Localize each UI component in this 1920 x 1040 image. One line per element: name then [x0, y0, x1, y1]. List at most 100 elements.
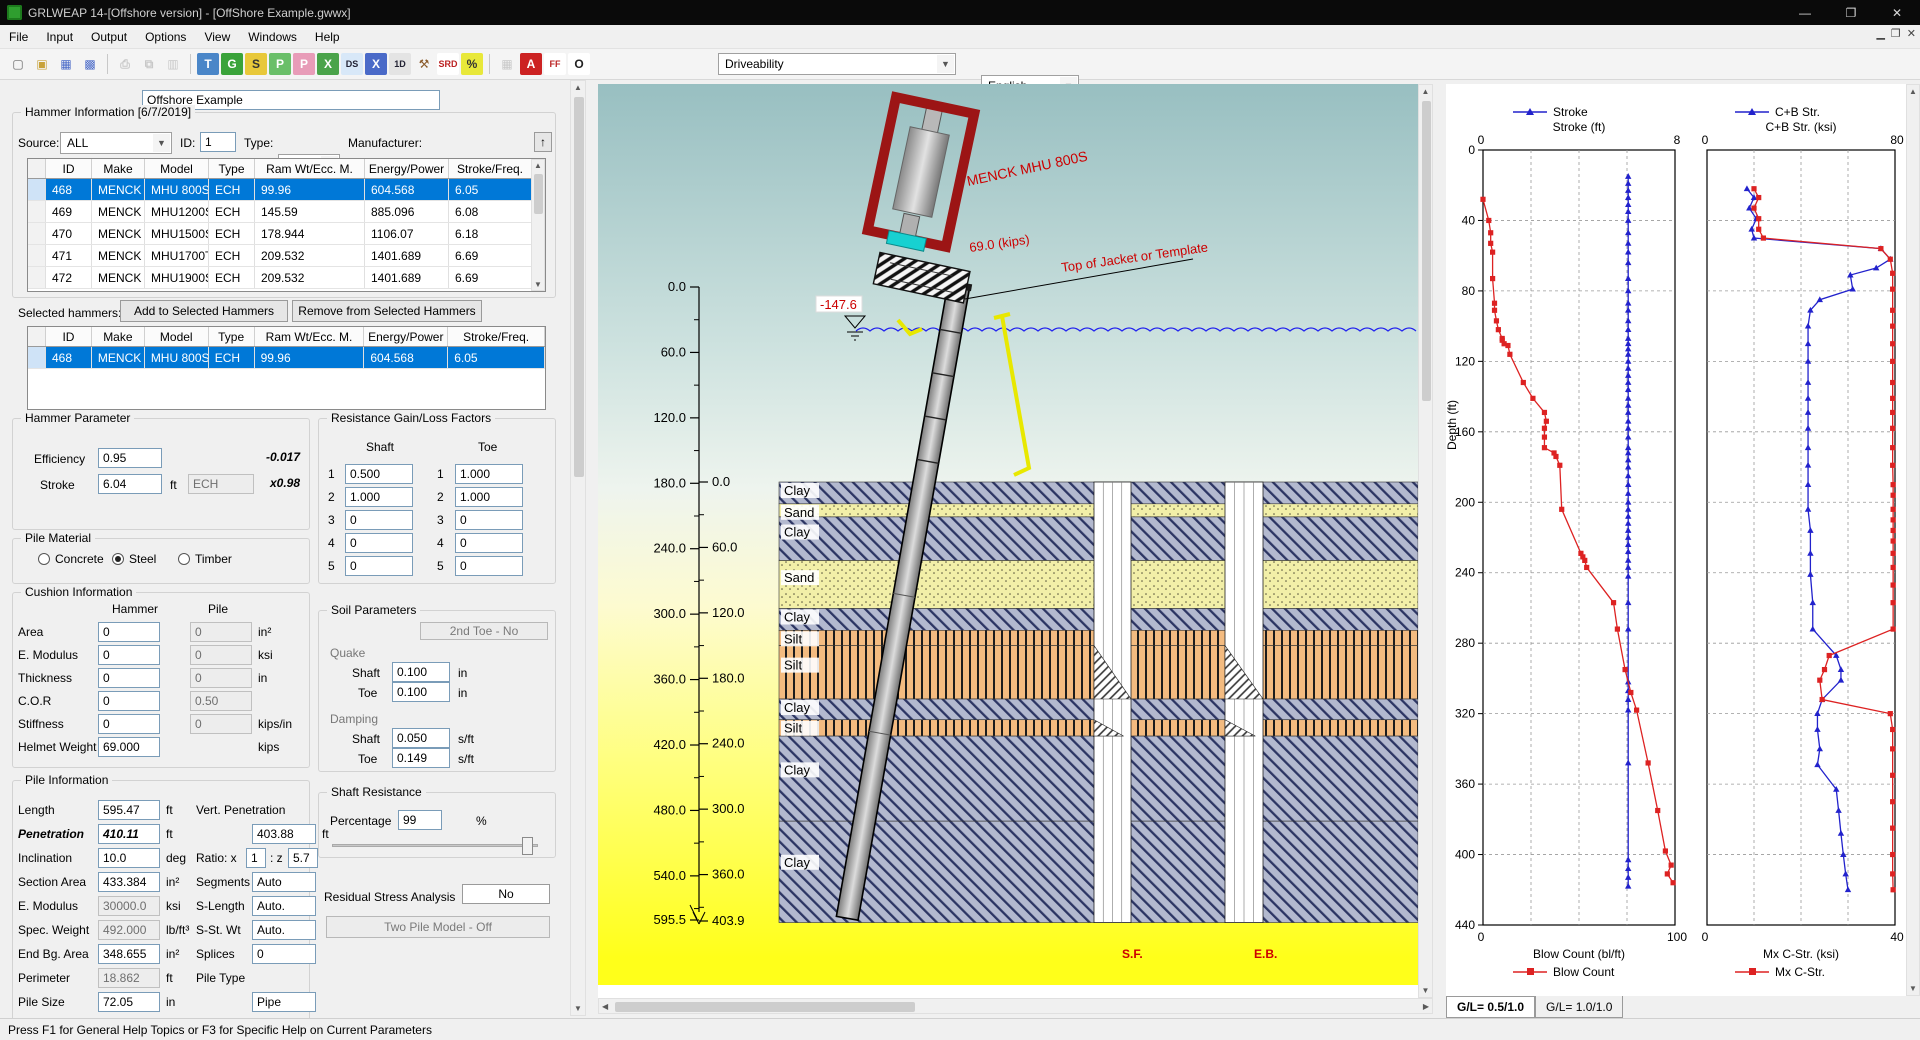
cushion-hammer-input[interactable]: 0 [98, 622, 160, 642]
cushion-hammer-input[interactable]: 0 [98, 668, 160, 688]
hammer-tool-icon[interactable]: ⚒ [413, 53, 435, 75]
graphic-vertical-scrollbar[interactable]: ▲▼ [1418, 84, 1433, 998]
percent-tool-icon[interactable]: % [461, 53, 483, 75]
cushion-pile-input: 0 [190, 645, 252, 665]
close-button[interactable]: ✕ [1874, 0, 1920, 25]
shaft-factor-input[interactable]: 1.000 [345, 487, 413, 507]
pile-info-right-input[interactable]: 0 [252, 944, 316, 964]
pile-info-right-input[interactable]: Pipe [252, 992, 316, 1012]
two-pile-model-button[interactable]: Two Pile Model - Off [326, 916, 550, 938]
toe-factor-input[interactable]: 1.000 [455, 487, 523, 507]
shaft-factor-input[interactable]: 0.500 [345, 464, 413, 484]
pile-info-input[interactable]: 595.47 [98, 800, 160, 820]
gi-tool-icon[interactable]: G [221, 53, 243, 75]
hammer-list-up-button[interactable]: ↑ [534, 132, 552, 152]
menu-help[interactable]: Help [306, 27, 349, 47]
source-select[interactable]: ALL▼ [60, 132, 172, 154]
remove-from-selected-button[interactable]: Remove from Selected Hammers [292, 300, 482, 322]
table-row[interactable]: 468MENCKMHU 800SECH99.96604.5686.05 [28, 347, 545, 369]
table-tool-icon[interactable]: ▦ [496, 53, 518, 75]
o-tool-icon[interactable]: O [568, 53, 590, 75]
depth-tick-label: 440 [1455, 918, 1475, 932]
save-as-icon[interactable]: ▩ [79, 53, 101, 75]
percentage-input[interactable]: 99 [398, 810, 442, 830]
ti-tool-icon[interactable]: T [197, 53, 219, 75]
ratio-z-input[interactable]: 5.7 [288, 848, 318, 868]
pile-info-input[interactable]: 410.11 [98, 824, 160, 844]
pile-info-input[interactable]: 348.655 [98, 944, 160, 964]
new-file-icon[interactable]: ▢ [7, 53, 29, 75]
stroke-input[interactable]: 6.04 [98, 474, 162, 494]
preview-icon[interactable]: ▥ [162, 53, 184, 75]
pi2-tool-icon[interactable]: P [293, 53, 315, 75]
radio-concrete[interactable]: Concrete [38, 552, 104, 566]
analysis-type-select[interactable]: Driveability▼ [718, 53, 956, 75]
cushion-hammer-input[interactable]: 0 [98, 645, 160, 665]
table-row[interactable]: 470MENCKMHU1500SECH178.9441106.076.18 [28, 223, 545, 245]
table-row[interactable]: 469MENCKMHU1200SECH145.59885.0966.08 [28, 201, 545, 223]
hammer-table-scrollbar[interactable]: ▲▼ [531, 159, 545, 291]
mdi-window-buttons[interactable]: ▁❐✕ [1876, 27, 1916, 40]
toe-factor-input[interactable]: 1.000 [455, 464, 523, 484]
x2-tool-icon[interactable]: X [365, 53, 387, 75]
tab-gl-10[interactable]: G/L= 1.0/1.0 [1535, 996, 1623, 1018]
srd-tool-icon[interactable]: SRD [437, 53, 459, 75]
menu-view[interactable]: View [195, 27, 239, 47]
menu-input[interactable]: Input [37, 27, 82, 47]
radio-steel[interactable]: Steel [112, 552, 156, 566]
graphic-horizontal-scrollbar[interactable]: ◀▶ [598, 998, 1433, 1014]
damping-shaft-input[interactable]: 0.050 [392, 728, 450, 748]
pile-info-input[interactable]: 433.384 [98, 872, 160, 892]
residual-stress-button[interactable]: No [462, 884, 550, 904]
pile-info-right-input[interactable]: Auto [252, 872, 316, 892]
open-file-icon[interactable]: ▣ [31, 53, 53, 75]
cushion-hammer-input[interactable]: 0 [98, 714, 160, 734]
a-tool-icon[interactable]: A [520, 53, 542, 75]
xi-tool-icon[interactable]: X [317, 53, 339, 75]
toe-factor-input[interactable]: 0 [455, 510, 523, 530]
table-row[interactable]: 471MENCKMHU1700TECH209.5321401.6896.69 [28, 245, 545, 267]
quake-toe-input[interactable]: 0.100 [392, 682, 450, 702]
pile-info-right-input[interactable]: Auto. [252, 896, 316, 916]
hammer-id-input[interactable]: 1 [200, 132, 236, 152]
toe-factor-input[interactable]: 0 [455, 556, 523, 576]
minimize-button[interactable]: — [1782, 0, 1828, 25]
menu-options[interactable]: Options [136, 27, 195, 47]
menu-file[interactable]: File [0, 27, 37, 47]
second-toe-button[interactable]: 2nd Toe - No [420, 622, 548, 640]
shaft-resistance-slider-thumb[interactable] [522, 837, 533, 855]
copy-icon[interactable]: ⧉ [138, 53, 160, 75]
pile-info-input[interactable]: 10.0 [98, 848, 160, 868]
save-icon[interactable]: ▦ [55, 53, 77, 75]
left-panel-scrollbar[interactable]: ▲▼ [570, 80, 586, 1016]
oned-tool-icon[interactable]: 1D [389, 53, 411, 75]
radio-timber[interactable]: Timber [178, 552, 232, 566]
si-tool-icon[interactable]: S [245, 53, 267, 75]
ratio-x-input[interactable]: 1 [246, 848, 266, 868]
pi-tool-icon[interactable]: P [269, 53, 291, 75]
menu-output[interactable]: Output [82, 27, 136, 47]
tab-gl-05[interactable]: G/L= 0.5/1.0 [1446, 996, 1535, 1018]
shaft-factor-input[interactable]: 0 [345, 510, 413, 530]
table-row[interactable]: 468MENCKMHU 800SECH99.96604.5686.05 [28, 179, 545, 201]
chart-panel-scrollbar[interactable]: ▲▼ [1906, 84, 1920, 996]
damping-toe-input[interactable]: 0.149 [392, 748, 450, 768]
cushion-hammer-input[interactable]: 69.000 [98, 737, 160, 757]
cushion-hammer-input[interactable]: 0 [98, 691, 160, 711]
ff-tool-icon[interactable]: FF [544, 53, 566, 75]
quake-shaft-input[interactable]: 0.100 [392, 662, 450, 682]
print-icon[interactable]: ⎙ [114, 53, 136, 75]
table-row[interactable]: 472MENCKMHU1900SECH209.5321401.6896.69 [28, 267, 545, 289]
pile-info-right-input[interactable]: 403.88 [252, 824, 316, 844]
shaft-factor-input[interactable]: 0 [345, 533, 413, 553]
shaft-factor-input[interactable]: 0 [345, 556, 413, 576]
toe-factor-input[interactable]: 0 [455, 533, 523, 553]
shaft-resistance-slider-track[interactable] [332, 844, 538, 847]
ds-tool-icon[interactable]: DS [341, 53, 363, 75]
restore-button[interactable]: ❐ [1828, 0, 1874, 25]
pile-info-input[interactable]: 72.05 [98, 992, 160, 1012]
add-to-selected-button[interactable]: Add to Selected Hammers [120, 300, 288, 322]
pile-info-right-input[interactable]: Auto. [252, 920, 316, 940]
efficiency-input[interactable]: 0.95 [98, 448, 162, 468]
menu-windows[interactable]: Windows [239, 27, 306, 47]
